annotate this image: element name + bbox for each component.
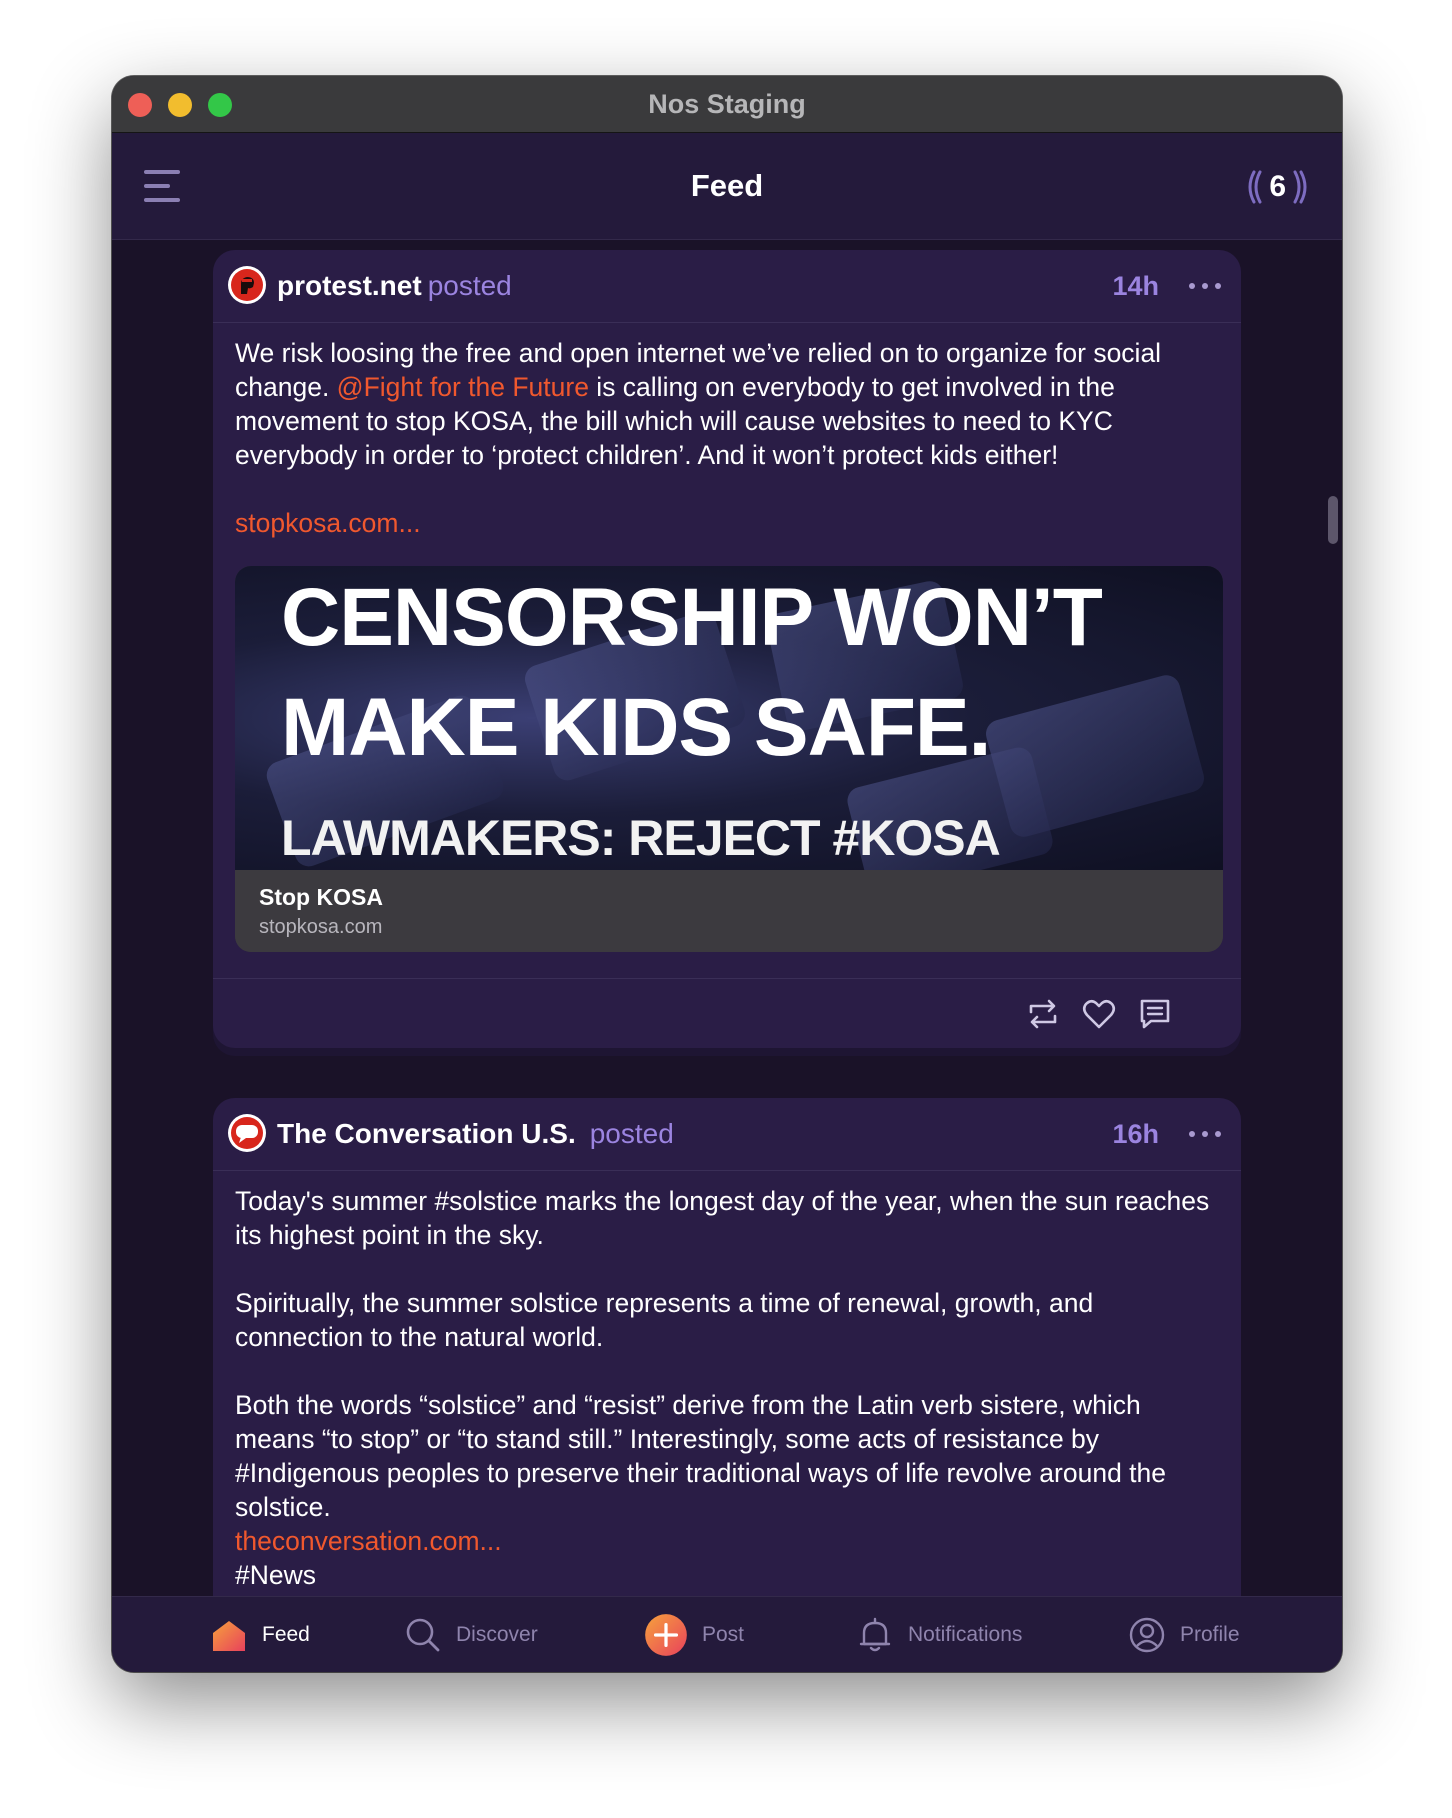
note-paragraph: Today's summer #solstice marks the longe… (235, 1186, 1210, 1250)
tab-post[interactable]: Post (644, 1597, 744, 1672)
scrollbar-thumb[interactable] (1328, 496, 1338, 544)
app-window: Nos Staging Feed 6 protest.net posted 14… (112, 76, 1342, 1672)
search-icon (406, 1618, 440, 1652)
note-content: We risk loosing the free and open intern… (235, 336, 1225, 540)
tab-notifications[interactable]: Notifications (856, 1597, 1022, 1672)
url-link[interactable]: theconversation.com... (235, 1526, 502, 1556)
link-preview-image: CENSORSHIP WON’T MAKE KIDS SAFE. LAWMAKE… (235, 566, 1223, 870)
url-link[interactable]: stopkosa.com... (235, 508, 421, 538)
bell-icon (859, 1617, 891, 1652)
avatar[interactable] (227, 265, 267, 305)
note-paragraph: Both the words “solstice” and “resist” d… (235, 1390, 1167, 1522)
relay-signal-left-icon (1248, 170, 1262, 204)
more-options-icon[interactable] (1189, 1122, 1221, 1146)
author-line: The Conversation U.S. posted (277, 1098, 674, 1170)
menu-icon[interactable] (144, 170, 180, 202)
tab-label: Feed (262, 1623, 310, 1646)
tab-profile[interactable]: Profile (1128, 1597, 1240, 1672)
posted-label: posted (589, 1118, 674, 1149)
feed-list[interactable]: protest.net posted 14h We risk loosing th… (112, 240, 1342, 1596)
note-header: The Conversation U.S. posted 16h (213, 1098, 1241, 1171)
link-preview-domain: stopkosa.com (259, 916, 383, 938)
home-icon (213, 1621, 245, 1651)
relay-count: 6 (1269, 170, 1286, 203)
reply-icon[interactable] (1137, 996, 1173, 1032)
tab-label: Profile (1180, 1623, 1240, 1646)
link-preview-footer: Stop KOSA stopkosa.com (235, 870, 1223, 952)
mention-link[interactable]: @Fight for the Future (337, 372, 589, 402)
app-header: Feed 6 (112, 133, 1342, 240)
relay-signal-right-icon (1293, 170, 1307, 204)
note-paragraph: Spiritually, the summer solstice represe… (235, 1288, 1094, 1352)
link-preview[interactable]: CENSORSHIP WON’T MAKE KIDS SAFE. LAWMAKE… (235, 566, 1223, 952)
heart-icon[interactable] (1081, 996, 1117, 1032)
profile-icon (1129, 1617, 1165, 1653)
repost-icon[interactable] (1025, 996, 1061, 1032)
note-actions (213, 978, 1241, 1049)
avatar[interactable] (227, 1113, 267, 1153)
preview-image-text: CENSORSHIP WON’T (281, 572, 1103, 663)
window-title: Nos Staging (648, 89, 806, 119)
tab-discover[interactable]: Discover (404, 1597, 538, 1672)
note-timestamp: 14h (1112, 271, 1159, 301)
note-content: Today's summer #solstice marks the longe… (235, 1184, 1225, 1592)
note-card[interactable]: protest.net posted 14h We risk loosing th… (213, 250, 1241, 1048)
tab-bar: Feed Discover Post Notifications Profile (112, 1596, 1342, 1672)
link-preview-title: Stop KOSA (259, 884, 383, 910)
tab-label: Discover (456, 1623, 538, 1646)
note-card[interactable]: The Conversation U.S. posted 16h Today's … (213, 1098, 1241, 1596)
hashtag[interactable]: #News (235, 1560, 316, 1590)
author-name[interactable]: protest.net (277, 270, 422, 301)
preview-image-text: MAKE KIDS SAFE. (281, 682, 991, 773)
tab-feed[interactable]: Feed (210, 1597, 310, 1672)
plus-icon (645, 1614, 687, 1656)
more-options-icon[interactable] (1189, 274, 1221, 298)
author-name[interactable]: The Conversation U.S. (277, 1118, 576, 1149)
author-line: protest.net posted (277, 250, 512, 322)
page-title: Feed (690, 168, 764, 203)
preview-image-text: LAWMAKERS: REJECT #KOSA (281, 810, 1001, 866)
tab-label: Notifications (908, 1623, 1023, 1646)
window-titlebar: Nos Staging (112, 76, 1342, 133)
posted-label: posted (427, 270, 512, 301)
note-timestamp: 16h (1112, 1119, 1159, 1149)
tab-label: Post (702, 1623, 745, 1646)
relay-status-button[interactable]: 6 (1245, 167, 1310, 207)
note-header: protest.net posted 14h (213, 250, 1241, 323)
